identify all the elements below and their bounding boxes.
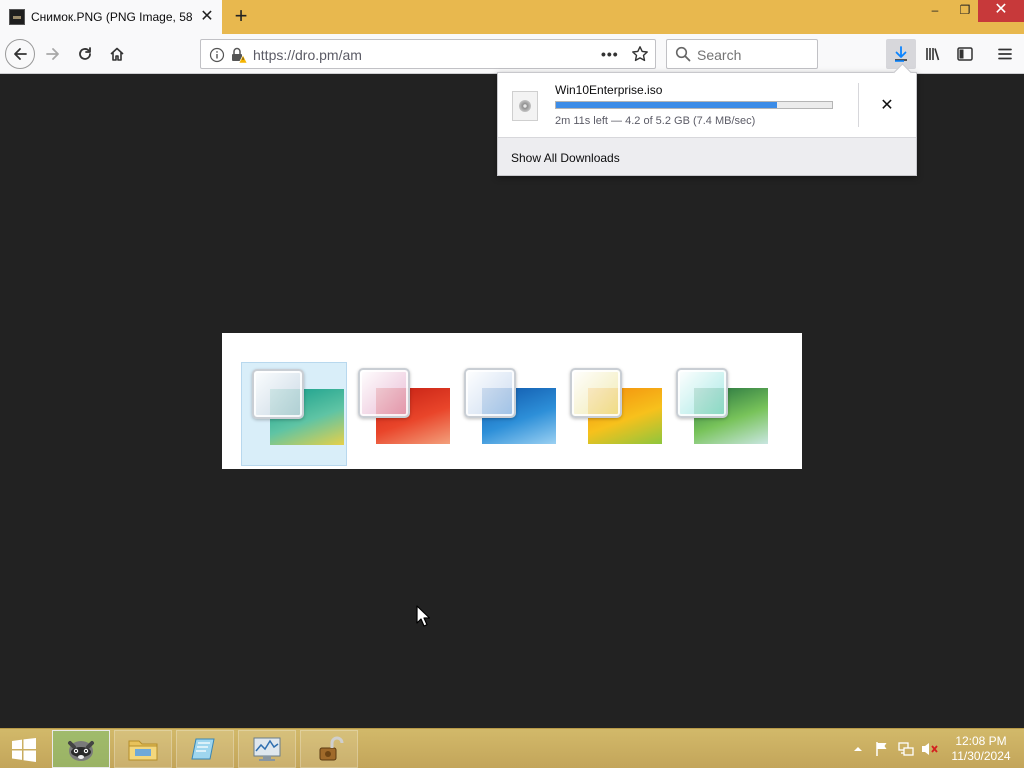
address-bar[interactable]: https://dro.pm/am ••• <box>200 39 656 69</box>
close-window-button[interactable]: ✕ <box>978 0 1024 22</box>
arrow-left-icon <box>14 48 27 60</box>
notepad-icon <box>191 738 215 760</box>
mouse-pointer-icon <box>416 605 430 627</box>
theme-thumbnail <box>348 362 454 466</box>
thumbnail-glass-frame <box>252 369 304 419</box>
start-button[interactable] <box>6 736 42 764</box>
theme-thumbnail <box>666 362 772 466</box>
reload-icon <box>79 47 91 60</box>
home-icon <box>110 47 124 61</box>
thumbnail-glass-frame <box>358 368 410 418</box>
unlocked-padlock-icon <box>319 736 344 761</box>
action-center-tray[interactable] <box>872 729 892 768</box>
show-all-downloads-link[interactable]: Show All Downloads <box>511 151 620 165</box>
chevron-up-icon <box>854 747 862 751</box>
library-icon <box>926 48 940 61</box>
network-tray[interactable] <box>896 729 916 768</box>
browser-tab[interactable]: Снимок.PNG (PNG Image, 580 ✕ <box>0 0 222 34</box>
windows-logo-icon <box>12 738 36 762</box>
navigation-toolbar: https://dro.pm/am ••• Search <box>0 34 1024 74</box>
search-icon <box>675 46 691 65</box>
taskbar-file-explorer[interactable] <box>114 730 172 768</box>
theme-thumbnail <box>560 362 666 466</box>
taskbar-system-monitor[interactable] <box>238 730 296 768</box>
volume-muted-icon <box>922 743 938 755</box>
taskbar-notepad[interactable] <box>176 730 234 768</box>
taskbar: 12:08 PM 11/30/2024 <box>0 728 1024 768</box>
search-bar[interactable]: Search <box>666 39 818 69</box>
network-icon <box>898 742 914 756</box>
system-clock[interactable]: 12:08 PM 11/30/2024 <box>946 734 1016 764</box>
library-button[interactable] <box>918 39 948 69</box>
download-progress-fill <box>556 102 777 108</box>
show-hidden-icons-button[interactable] <box>850 729 866 768</box>
clock-time: 12:08 PM <box>955 734 1007 748</box>
info-icon[interactable] <box>209 47 225 66</box>
download-progress-bar <box>555 101 833 109</box>
minimize-button[interactable]: – <box>918 0 952 22</box>
viewed-image <box>222 333 802 469</box>
raccoon-app-icon <box>68 741 94 761</box>
search-placeholder: Search <box>697 47 742 63</box>
restore-button[interactable]: ❐ <box>952 0 978 22</box>
image-favicon-icon <box>9 9 25 25</box>
insecure-lock-icon[interactable] <box>229 46 248 67</box>
monitor-icon <box>253 737 281 761</box>
download-item[interactable]: Win10Enterprise.iso 2m 11s left — 4.2 of… <box>498 73 916 137</box>
download-filename: Win10Enterprise.iso <box>555 83 663 97</box>
back-button[interactable] <box>5 39 35 69</box>
thumbnail-glass-frame <box>676 368 728 418</box>
theme-thumbnail <box>241 362 347 466</box>
sidebar-button[interactable] <box>950 39 980 69</box>
volume-tray[interactable] <box>920 729 940 768</box>
folder-icon <box>128 740 158 761</box>
bookmark-star-icon[interactable] <box>631 45 649 66</box>
theme-thumbnail <box>454 362 560 466</box>
sidebar-icon <box>957 47 973 61</box>
disc-image-file-icon <box>512 91 538 121</box>
menu-button[interactable] <box>990 39 1020 69</box>
taskbar-app-raccoon[interactable] <box>52 730 110 768</box>
hamburger-menu-icon <box>998 48 1012 60</box>
tab-close-icon[interactable]: ✕ <box>198 8 216 26</box>
clock-date: 11/30/2024 <box>951 749 1011 763</box>
download-arrow-icon <box>895 46 907 62</box>
downloads-footer[interactable]: Show All Downloads <box>498 137 916 175</box>
cancel-download-button[interactable]: ✕ <box>874 93 900 119</box>
downloads-panel: Win10Enterprise.iso 2m 11s left — 4.2 of… <box>497 72 917 176</box>
thumbnail-glass-frame <box>570 368 622 418</box>
tab-title: Снимок.PNG (PNG Image, 580 <box>31 10 193 24</box>
url-text[interactable]: https://dro.pm/am <box>253 47 362 63</box>
thumbnail-glass-frame <box>464 368 516 418</box>
taskbar-security-tool[interactable] <box>300 730 358 768</box>
download-status: 2m 11s left — 4.2 of 5.2 GB (7.4 MB/sec) <box>555 115 756 127</box>
divider <box>858 83 859 127</box>
forward-button[interactable] <box>38 39 68 69</box>
tab-bar: Снимок.PNG (PNG Image, 580 ✕ + – ❐ ✕ <box>0 0 1024 34</box>
page-actions-icon[interactable]: ••• <box>601 46 619 62</box>
new-tab-button[interactable]: + <box>228 4 254 30</box>
reload-button[interactable] <box>70 39 100 69</box>
flag-icon <box>876 742 887 756</box>
arrow-right-icon <box>46 48 59 60</box>
home-button[interactable] <box>102 39 132 69</box>
